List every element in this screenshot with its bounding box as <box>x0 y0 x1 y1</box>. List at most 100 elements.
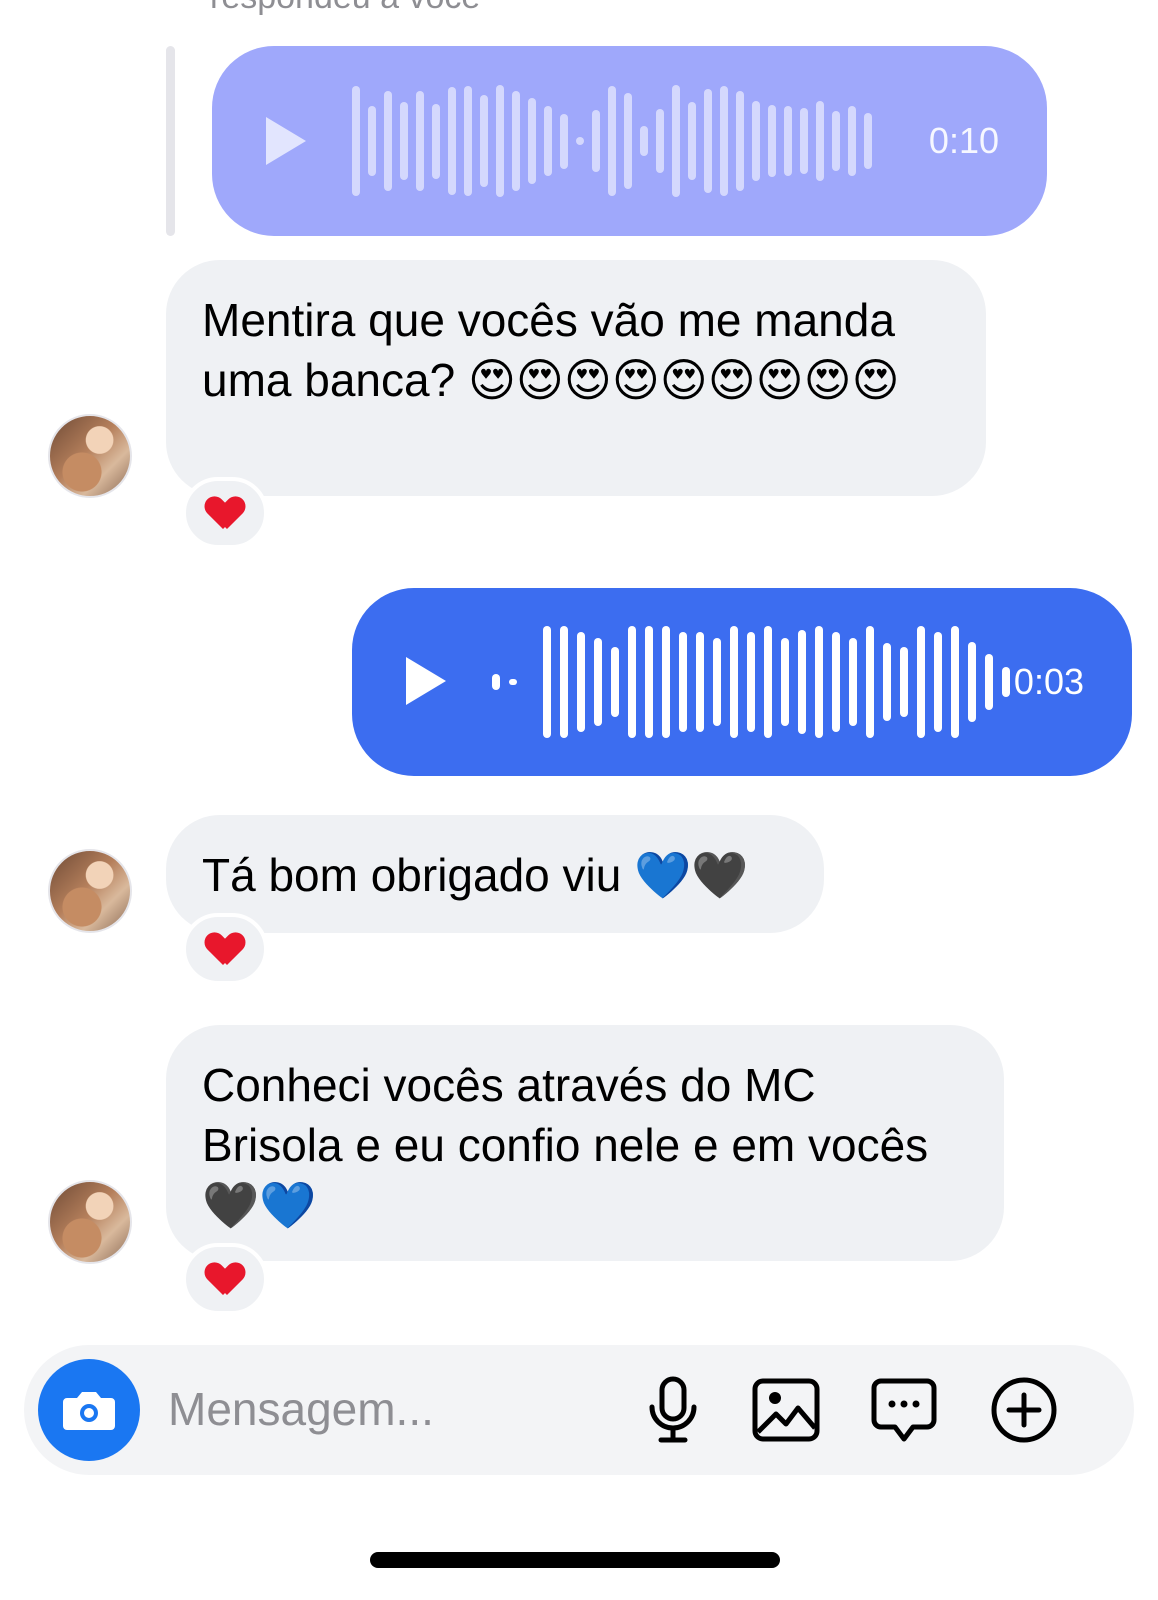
waveform-bar <box>480 95 488 187</box>
waveform-bar <box>784 106 792 176</box>
waveform-bar <box>832 111 840 171</box>
waveform-bar <box>645 626 653 738</box>
waveform-bar <box>713 638 721 726</box>
waveform-bar <box>656 109 664 173</box>
waveform-bar <box>624 93 632 189</box>
waveform-bar <box>883 643 891 721</box>
voice-duration: 0:10 <box>928 120 999 161</box>
waveform-bar <box>611 647 619 717</box>
waveform-bar <box>849 638 857 726</box>
waveform-bar <box>768 105 776 177</box>
waveform-bar <box>747 632 755 732</box>
waveform-bar <box>900 647 908 717</box>
waveform-bar <box>696 632 704 732</box>
waveform-bar <box>448 87 456 195</box>
waveform-bar <box>968 642 976 722</box>
waveform-bar <box>496 85 504 197</box>
waveform-bar <box>512 91 520 191</box>
received-message[interactable]: Mentira que vocês vão me manda uma banca… <box>166 260 986 496</box>
plus-circle-icon <box>991 1377 1057 1443</box>
voice-waveform <box>352 46 882 236</box>
reply-quote-line <box>166 46 175 236</box>
waveform-bar <box>816 101 824 181</box>
waveform-bar <box>608 86 616 196</box>
message-reaction[interactable] <box>182 477 268 549</box>
waveform-bar <box>576 137 584 145</box>
microphone-button[interactable] <box>636 1373 710 1447</box>
waveform-bar <box>509 679 517 685</box>
more-button[interactable] <box>987 1373 1061 1447</box>
waveform-bar <box>781 638 789 726</box>
waveform-bar <box>400 102 408 180</box>
heart-reaction-icon <box>207 1263 243 1295</box>
received-message[interactable]: Conheci vocês através do MC Brisola e eu… <box>166 1025 1004 1261</box>
sticker-button[interactable] <box>867 1373 941 1447</box>
contact-avatar[interactable] <box>48 849 132 933</box>
waveform-bar <box>800 108 808 174</box>
voice-waveform <box>492 588 1010 776</box>
waveform-bar <box>528 98 536 184</box>
waveform-bar <box>577 632 585 732</box>
quoted-voice-message[interactable]: 0:10 <box>212 46 1047 236</box>
waveform-bar <box>917 626 925 738</box>
waveform-bar <box>848 106 856 176</box>
waveform-bar <box>416 91 424 191</box>
play-icon[interactable] <box>406 657 446 705</box>
waveform-bar <box>560 113 568 169</box>
waveform-bar <box>492 674 500 690</box>
gallery-button[interactable] <box>749 1373 823 1447</box>
waveform-bar <box>730 626 738 738</box>
waveform-bar <box>672 85 680 197</box>
message-composer <box>24 1345 1134 1475</box>
waveform-bar <box>815 626 823 738</box>
waveform-bar <box>704 89 712 193</box>
camera-icon <box>63 1392 115 1430</box>
waveform-bar <box>1002 667 1010 697</box>
waveform-bar <box>544 106 552 176</box>
message-text: Conheci vocês através do MC Brisola e eu… <box>202 1059 929 1231</box>
contact-avatar[interactable] <box>48 1180 132 1264</box>
waveform-bar <box>432 103 440 179</box>
waveform-bar <box>384 91 392 191</box>
waveform-bar <box>594 638 602 726</box>
waveform-bar <box>352 86 360 196</box>
heart-reaction-icon <box>207 497 243 529</box>
camera-button[interactable] <box>38 1359 140 1461</box>
received-message[interactable]: Tá bom obrigado viu 💙🖤 <box>166 815 824 933</box>
waveform-bar <box>688 102 696 180</box>
heart-reaction-icon <box>207 933 243 965</box>
microphone-icon <box>649 1376 697 1443</box>
waveform-bar <box>832 632 840 732</box>
voice-duration: 0:03 <box>1013 661 1084 702</box>
waveform-bar <box>864 113 872 169</box>
waveform-bar <box>640 126 648 156</box>
waveform-bar <box>798 630 806 734</box>
image-icon <box>752 1378 820 1442</box>
waveform-bar <box>985 654 993 710</box>
waveform-bar <box>752 101 760 181</box>
waveform-bar <box>866 626 874 738</box>
waveform-bar <box>662 626 670 738</box>
contact-avatar[interactable] <box>48 414 132 498</box>
message-input[interactable] <box>168 1377 608 1441</box>
play-icon[interactable] <box>266 117 306 165</box>
waveform-bar <box>934 632 942 732</box>
waveform-bar <box>679 632 687 732</box>
message-bubble-icon <box>871 1378 937 1442</box>
message-text: Tá bom obrigado viu 💙🖤 <box>202 849 749 901</box>
waveform-bar <box>720 86 728 196</box>
waveform-bar <box>592 110 600 172</box>
waveform-bar <box>464 86 472 196</box>
waveform-bar <box>736 91 744 191</box>
waveform-bar <box>628 626 636 738</box>
waveform-bar <box>560 626 568 738</box>
waveform-bar <box>951 626 959 738</box>
sent-voice-message[interactable]: 0:03 <box>352 588 1132 776</box>
waveform-bar <box>543 626 551 738</box>
message-text: Mentira que vocês vão me manda uma banca… <box>202 294 900 406</box>
waveform-bar <box>764 626 772 738</box>
message-reaction[interactable] <box>182 1243 268 1315</box>
reply-caption: respondeu a você <box>210 0 480 17</box>
waveform-bar <box>368 106 376 176</box>
message-reaction[interactable] <box>182 913 268 985</box>
